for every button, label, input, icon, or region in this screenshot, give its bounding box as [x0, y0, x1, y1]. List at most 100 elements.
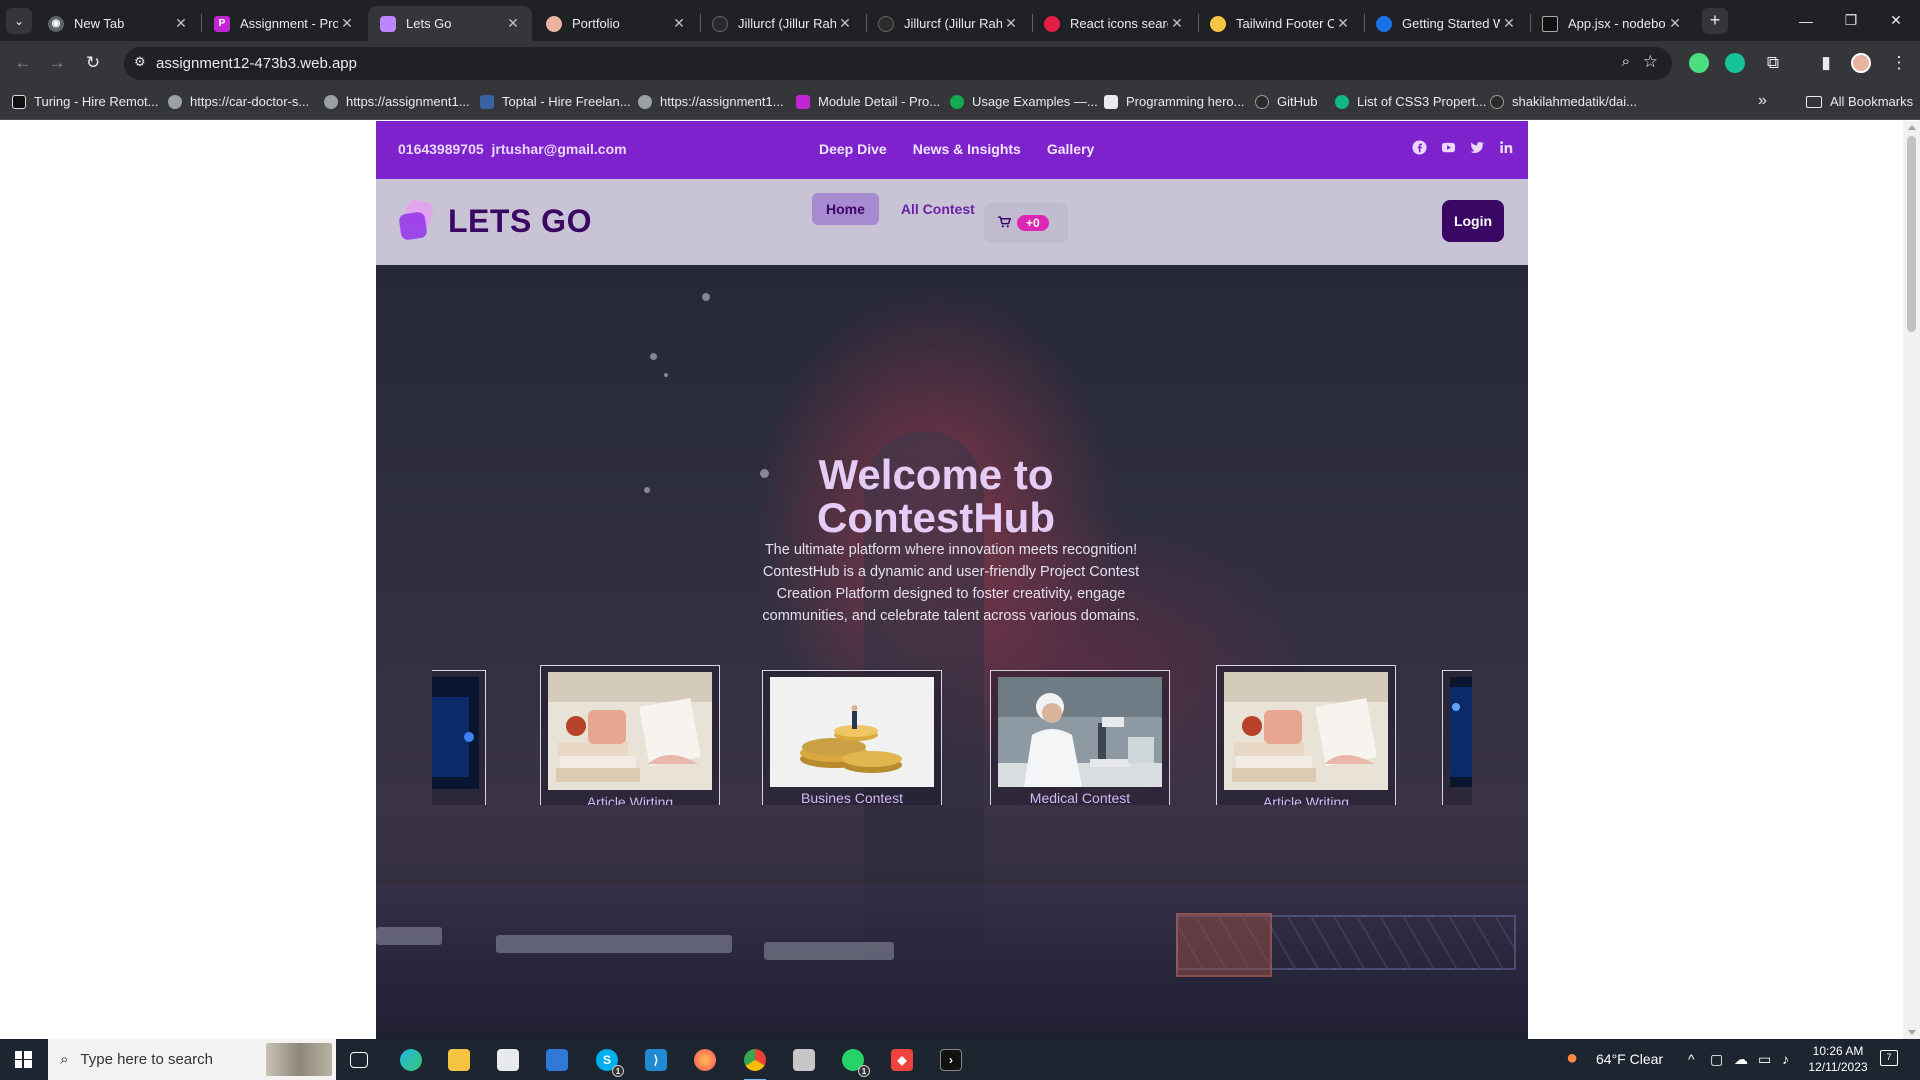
bookmark-item[interactable]: GitHub	[1255, 94, 1317, 109]
login-button[interactable]: Login	[1442, 200, 1504, 242]
more-bookmarks-chevron-icon[interactable]: »	[1758, 92, 1767, 110]
tab-assignment[interactable]: P Assignment - Pro ✕	[202, 6, 366, 41]
reload-icon[interactable]: ↻	[78, 48, 108, 78]
tab-app-jsx[interactable]: App.jsx - nodebo ✕	[1530, 6, 1694, 41]
mail-icon[interactable]	[542, 1045, 572, 1075]
linkedin-icon[interactable]	[1499, 140, 1514, 155]
bookmark-item[interactable]: Module Detail - Pro...	[796, 94, 940, 109]
contest-card-partial[interactable]	[432, 670, 486, 805]
all-bookmarks-button[interactable]: All Bookmarks	[1806, 94, 1913, 109]
tab-search-button[interactable]: ⌄	[6, 8, 32, 34]
firefox-icon[interactable]	[690, 1045, 720, 1075]
network-icon[interactable]: ▭	[1758, 1051, 1771, 1068]
chrome-taskbar-icon[interactable]	[740, 1045, 770, 1080]
contest-card-partial[interactable]	[1442, 670, 1472, 805]
close-icon[interactable]: ✕	[172, 15, 190, 32]
bookmark-item[interactable]: shakilahmedatik/dai...	[1490, 94, 1637, 109]
terminal-icon[interactable]: ›	[936, 1045, 966, 1075]
start-button[interactable]	[0, 1039, 46, 1080]
profile-avatar[interactable]	[1851, 53, 1871, 73]
youtube-icon[interactable]	[1441, 140, 1456, 155]
anydesk-icon[interactable]: ◆	[887, 1045, 917, 1075]
close-icon[interactable]: ✕	[338, 15, 356, 32]
tab-react-icons[interactable]: React icons search ✕	[1032, 6, 1196, 41]
menu-kebab-icon[interactable]: ⋮	[1884, 48, 1914, 78]
edge-icon[interactable]	[396, 1045, 426, 1075]
weather-text[interactable]: 64°F Clear	[1596, 1051, 1663, 1067]
bookmark-item[interactable]: Turing - Hire Remot...	[12, 94, 159, 109]
vscode-icon[interactable]: ⟩	[641, 1045, 671, 1075]
scroll-down-arrow-icon[interactable]	[1908, 1030, 1916, 1035]
close-window-button[interactable]: ✕	[1870, 0, 1920, 41]
scroll-up-arrow-icon[interactable]	[1908, 125, 1916, 130]
twitter-icon[interactable]	[1470, 140, 1485, 155]
skype-icon[interactable]: S1	[592, 1045, 624, 1077]
new-tab-button[interactable]: +	[1702, 8, 1728, 34]
volume-icon[interactable]: ♪	[1782, 1051, 1789, 1067]
close-icon[interactable]: ✕	[1168, 15, 1186, 32]
taskbar-search[interactable]: ⌕ Type here to search	[48, 1039, 336, 1080]
contest-card[interactable]: Busines Contest	[762, 670, 942, 805]
printer-app-icon[interactable]	[789, 1045, 819, 1075]
close-icon[interactable]: ✕	[1666, 15, 1684, 32]
bookmark-item[interactable]: https://assignment1...	[324, 94, 470, 109]
link-deep-dive[interactable]: Deep Dive	[819, 141, 887, 157]
close-icon[interactable]: ✕	[504, 15, 522, 32]
bookmark-item[interactable]: Usage Examples —...	[950, 94, 1098, 109]
tab-tailwind-footer[interactable]: Tailwind Footer Co ✕	[1198, 6, 1362, 41]
contest-card[interactable]: Article Wirting	[540, 665, 720, 805]
page-scrollbar[interactable]	[1903, 121, 1920, 1039]
tab-title: Tailwind Footer Co	[1236, 16, 1334, 31]
side-panel-icon[interactable]: ▮	[1811, 48, 1841, 78]
tab-getting-started[interactable]: Getting Started W ✕	[1364, 6, 1528, 41]
nav-all-contest[interactable]: All Contest	[887, 193, 989, 225]
tab-github-2[interactable]: Jillurcf (Jillur Rahm ✕	[866, 6, 1030, 41]
address-bar[interactable]: ⚙ assignment12-473b3.web.app ⌕ ☆	[124, 47, 1672, 80]
bookmark-item[interactable]: Programming hero...	[1104, 94, 1245, 109]
bookmark-item[interactable]: https://assignment1...	[638, 94, 784, 109]
windows-taskbar: ⌕ Type here to search S1 ⟩ 1 ◆ › ● 64°F …	[0, 1039, 1920, 1080]
scroll-thumb[interactable]	[1907, 136, 1916, 332]
whatsapp-icon[interactable]: 1	[838, 1045, 870, 1077]
bookmark-item[interactable]: List of CSS3 Propert...	[1335, 94, 1486, 109]
site-logo[interactable]: LETS GO	[398, 198, 592, 243]
cart-button[interactable]: +0	[984, 203, 1068, 243]
tailwind-icon	[1210, 15, 1226, 32]
ms-store-icon[interactable]	[493, 1045, 523, 1075]
tray-app-icon[interactable]: ▢	[1710, 1051, 1723, 1068]
close-icon[interactable]: ✕	[1334, 15, 1352, 32]
site-info-icon[interactable]: ⚙	[134, 54, 146, 70]
zoom-icon[interactable]: ⌕	[1622, 53, 1630, 70]
contest-card[interactable]: Article Writing	[1216, 665, 1396, 805]
extensions-puzzle-icon[interactable]: ⧉	[1758, 48, 1788, 78]
bookmark-star-icon[interactable]: ☆	[1643, 52, 1658, 72]
facebook-icon[interactable]	[1412, 140, 1427, 155]
close-icon[interactable]: ✕	[836, 15, 854, 32]
tray-chevron-icon[interactable]: ^	[1688, 1051, 1695, 1067]
onedrive-icon[interactable]: ☁	[1734, 1051, 1748, 1068]
back-arrow-icon[interactable]: ←	[8, 48, 38, 78]
tab-new-tab[interactable]: ◉ New Tab ✕	[36, 6, 200, 41]
notion-icon	[1104, 94, 1118, 109]
url-text[interactable]: assignment12-473b3.web.app	[156, 55, 357, 72]
nav-home[interactable]: Home	[812, 193, 879, 225]
file-explorer-icon[interactable]	[444, 1045, 474, 1075]
tab-portfolio[interactable]: Portfolio ✕	[534, 6, 698, 41]
forward-arrow-icon[interactable]: →	[42, 48, 72, 78]
link-news-insights[interactable]: News & Insights	[913, 141, 1021, 157]
system-clock[interactable]: 10:26 AM 12/11/2023	[1804, 1043, 1872, 1075]
grammarly-icon[interactable]	[1725, 53, 1745, 73]
extension-icon[interactable]	[1689, 53, 1709, 73]
notification-center-icon[interactable]: 7	[1880, 1050, 1898, 1066]
tab-lets-go[interactable]: Lets Go ✕	[368, 6, 532, 41]
tab-github-1[interactable]: Jillurcf (Jillur Rahm ✕	[700, 6, 864, 41]
contest-card[interactable]: Medical Contest	[990, 670, 1170, 805]
bookmark-item[interactable]: https://car-doctor-s...	[168, 94, 309, 109]
task-view-icon[interactable]	[344, 1045, 374, 1075]
close-icon[interactable]: ✕	[1500, 15, 1518, 32]
weather-icon[interactable]: ●	[1566, 1047, 1578, 1070]
close-icon[interactable]: ✕	[670, 15, 688, 32]
close-icon[interactable]: ✕	[1002, 15, 1020, 32]
link-gallery[interactable]: Gallery	[1047, 141, 1094, 157]
bookmark-item[interactable]: Toptal - Hire Freelan...	[480, 94, 631, 109]
